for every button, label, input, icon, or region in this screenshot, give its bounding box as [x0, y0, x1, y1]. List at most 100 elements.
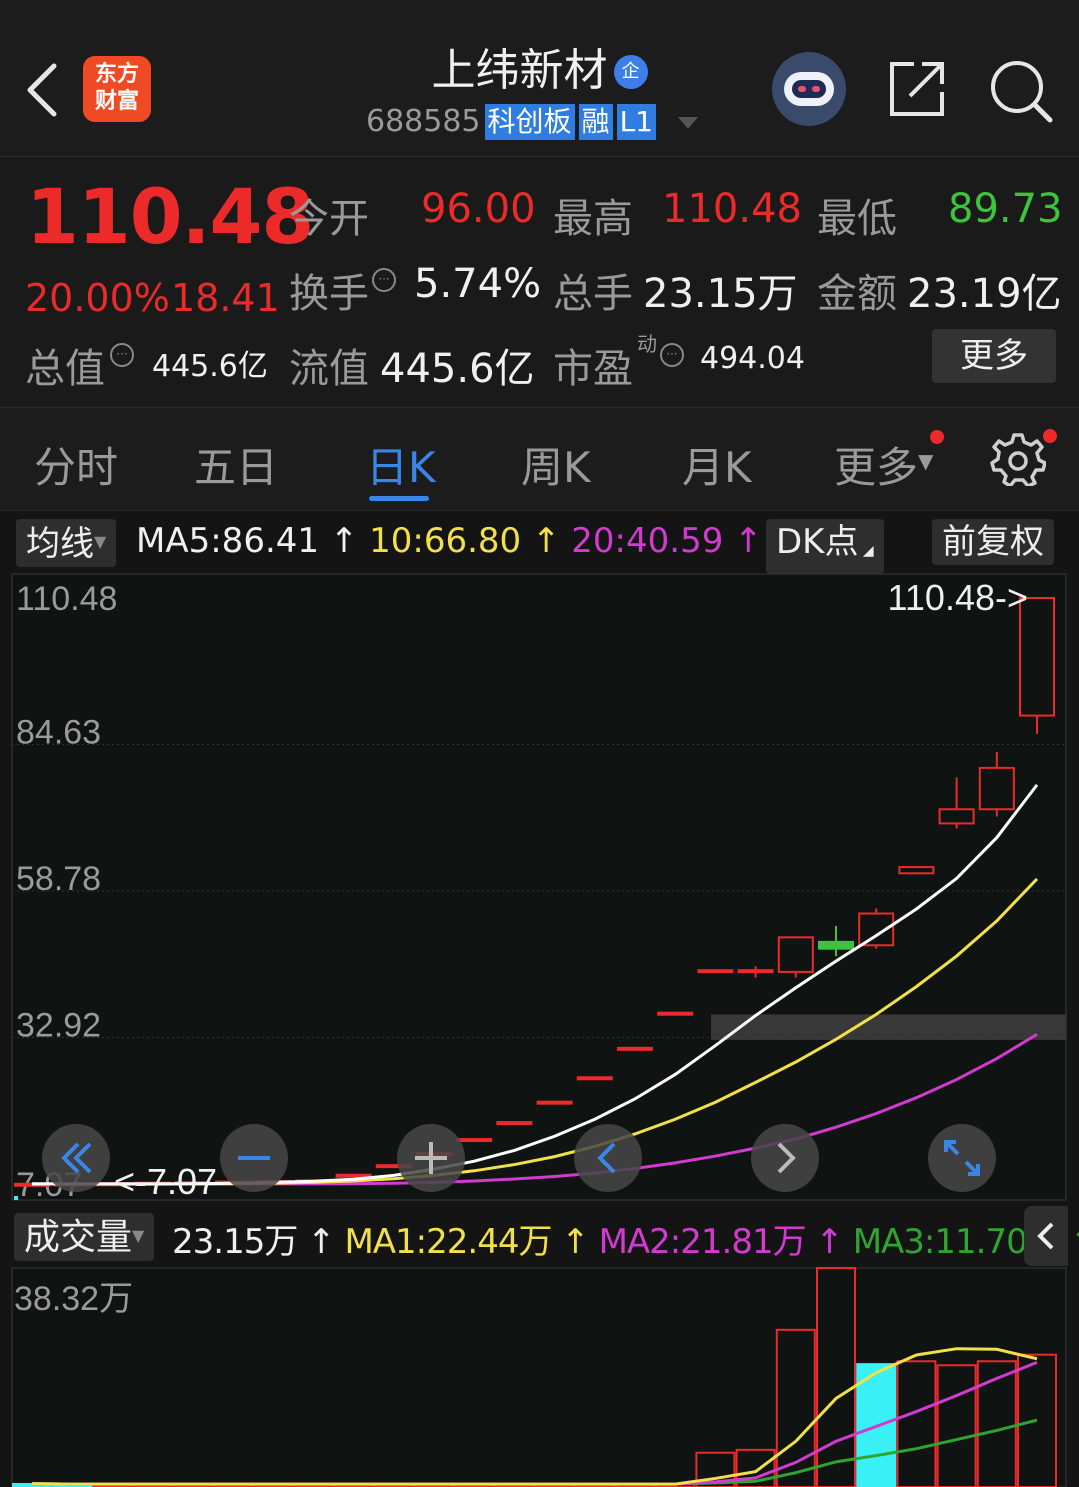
expand-icon [944, 1140, 980, 1176]
pe-dynamic-superscript: 动 [637, 332, 657, 356]
candle-body [938, 808, 975, 825]
fullscreen-button[interactable] [928, 1124, 996, 1192]
ma-values: MA5:86.41 ↑ 10:66.80 ↑ 20:40.59 ↑ [136, 521, 763, 561]
more-notification-dot [930, 430, 944, 444]
tab-intraday[interactable]: 分时 [34, 434, 118, 495]
vol-ma2: MA2:21.81万 [598, 1222, 807, 1262]
stock-subline[interactable]: 688585 科创板融 L1 [366, 104, 700, 140]
scroll-left-fast-button[interactable] [42, 1124, 110, 1192]
volume-bar [896, 1360, 937, 1487]
max-price-label: 110.48-> [888, 577, 1028, 618]
low-label: 最低 [817, 196, 897, 242]
kline-plot-area [11, 573, 1067, 1201]
candle-body [536, 1100, 573, 1105]
search-icon[interactable] [988, 58, 1054, 124]
tab-more-caret-icon: ▼ [918, 449, 934, 473]
turnover-label: 换手 [289, 271, 369, 317]
active-tab-indicator [369, 496, 429, 501]
dk-point-label: DK点 [776, 522, 859, 562]
pe-label: 市盈 [553, 346, 633, 392]
market-cap-value: 445.6亿 [152, 349, 268, 384]
kline-chart[interactable]: 110.4884.6358.7832.927.07110.48-><-7.073… [0, 570, 1079, 1487]
price-zone-band [711, 1014, 1066, 1040]
ma10-value: 10:66.80 [369, 521, 522, 561]
high-label: 最高 [553, 196, 633, 242]
zoom-out-button[interactable] [220, 1124, 288, 1192]
min-price-label: <-7.07 [114, 1161, 217, 1202]
volume-bar [976, 1360, 1017, 1487]
vol-up-arrow-icon: ↑ [297, 1222, 345, 1262]
chevron-right-icon [777, 1142, 796, 1174]
dk-point-button[interactable]: DK点 ◢ [766, 519, 884, 574]
tab-more-label: 更多 [834, 443, 919, 492]
tag-star-market: 科创板 [484, 104, 575, 140]
candle-body [576, 1076, 613, 1081]
change-amount: 18.41 [171, 276, 280, 320]
scroll-left-button[interactable] [574, 1124, 642, 1192]
candle-body [777, 936, 814, 973]
volume-indicator-selector[interactable]: 成交量▼ [14, 1213, 155, 1261]
open-value: 96.00 [421, 186, 536, 232]
pe-info-icon[interactable]: ··· [660, 343, 684, 370]
ma5-value: MA5:86.41 [136, 521, 320, 561]
minus-icon [238, 1156, 270, 1160]
forward-adjust-button[interactable]: 前复权 [932, 519, 1054, 565]
kline-y-tick-label: 110.48 [16, 580, 117, 618]
robot-avatar-icon[interactable] [772, 52, 846, 126]
double-chevron-left-icon [61, 1142, 92, 1174]
collapse-panel-button[interactable] [1024, 1206, 1068, 1266]
candle-body [697, 969, 734, 974]
candle-body [657, 1011, 694, 1016]
tab-monthly-k[interactable]: 月K [682, 434, 752, 495]
candle-body [496, 1121, 533, 1126]
stock-code: 688585 [366, 104, 481, 139]
enterprise-badge: 企 [613, 55, 648, 89]
ma20-up-arrow-icon: ↑ [723, 521, 763, 561]
tab-weekly-k[interactable]: 周K [521, 434, 591, 495]
settings-gear-icon[interactable] [990, 430, 1046, 486]
kline-y-tick-label: 84.63 [16, 713, 101, 751]
zoom-in-button[interactable] [397, 1124, 465, 1192]
dk-corner-icon: ◢ [858, 543, 874, 559]
candle-body [818, 940, 854, 950]
turnover-info-icon[interactable]: ··· [372, 268, 396, 295]
vol-ma2-arrow-icon: ↑ [805, 1222, 853, 1262]
tab-five-day[interactable]: 五日 [194, 434, 278, 495]
open-label: 今开 [289, 196, 369, 242]
float-cap-label: 流值 [289, 346, 369, 392]
kline-y-tick-label: 58.78 [16, 860, 101, 898]
volume-label: 总手 [553, 271, 633, 317]
change-percent: 20.00% [25, 276, 170, 320]
volume-bar [936, 1364, 977, 1487]
tab-more[interactable]: 更多▼ [834, 434, 933, 495]
indicator-caret-icon: ▼ [94, 532, 107, 551]
min-marker [14, 1196, 18, 1200]
high-value: 110.48 [662, 186, 802, 232]
volume-caret-icon: ▼ [132, 1226, 145, 1245]
scroll-right-button[interactable] [751, 1124, 819, 1192]
market-cap-info-icon[interactable]: ··· [110, 343, 134, 370]
amount-value: 23.19亿 [907, 271, 1062, 317]
more-quote-button[interactable]: 更多 [932, 329, 1056, 383]
volume-selector-label: 成交量 [24, 1217, 133, 1258]
ma10-up-arrow-icon: ↑ [521, 521, 572, 561]
pe-value: 494.04 [700, 341, 805, 376]
candle-body [898, 866, 935, 875]
tab-daily-k[interactable]: 日K [366, 434, 436, 495]
vol-ma1-arrow-icon: ↑ [551, 1222, 599, 1262]
candle-body [737, 969, 774, 974]
indicator-selector[interactable]: 均线▼ [16, 519, 117, 567]
turnover-value: 5.74% [414, 261, 542, 307]
indicator-selector-label: 均线 [26, 524, 94, 564]
volume-bar [816, 1267, 856, 1487]
ma5-up-arrow-icon: ↑ [319, 521, 370, 561]
float-cap-value: 445.6亿 [380, 346, 535, 392]
vol-ma1: MA1:22.44万 [344, 1222, 552, 1262]
tag-level: L1 [616, 104, 656, 140]
chevron-left-icon [597, 1142, 616, 1174]
volume-value: 23.15万 [643, 271, 798, 317]
settings-notification-dot [1043, 429, 1057, 443]
stock-name: 上纬新材 [431, 45, 608, 96]
share-icon[interactable] [886, 58, 948, 120]
dropdown-triangle-icon [677, 117, 698, 129]
